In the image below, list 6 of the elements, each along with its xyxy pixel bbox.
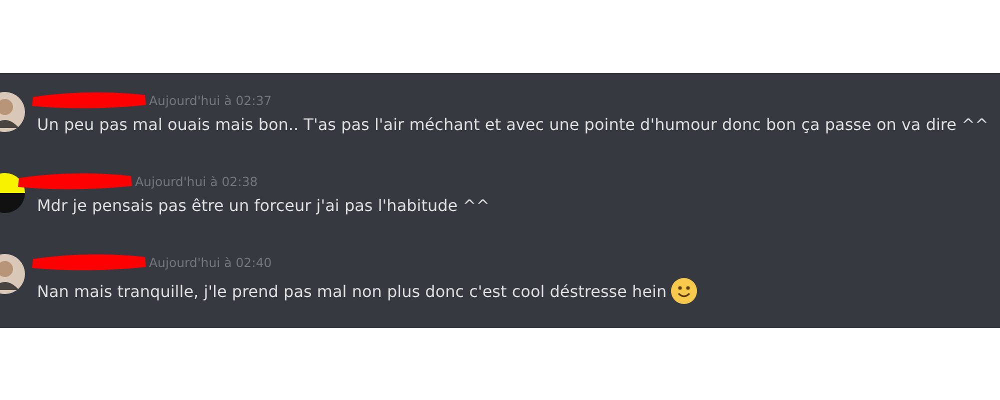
timestamp: Aujourd'hui à 02:40 [149,254,272,270]
message-text: Mdr je pensais pas être un forceur j'ai pas l'habitude ^^ [37,196,490,215]
timestamp: Aujourd'hui à 02:38 [135,174,258,188]
timestamp: Aujourd'hui à 02:37 [149,92,272,108]
message-text: Un peu pas mal ouais mais bon.. T'as pas l'air méchant et avec une pointe d'humour donc bon ça passe on va dire ^^ [37,115,988,134]
message-text: Nan mais tranquille, j'le prend pas mal non plus donc c'est cool déstresse hein [37,282,667,300]
